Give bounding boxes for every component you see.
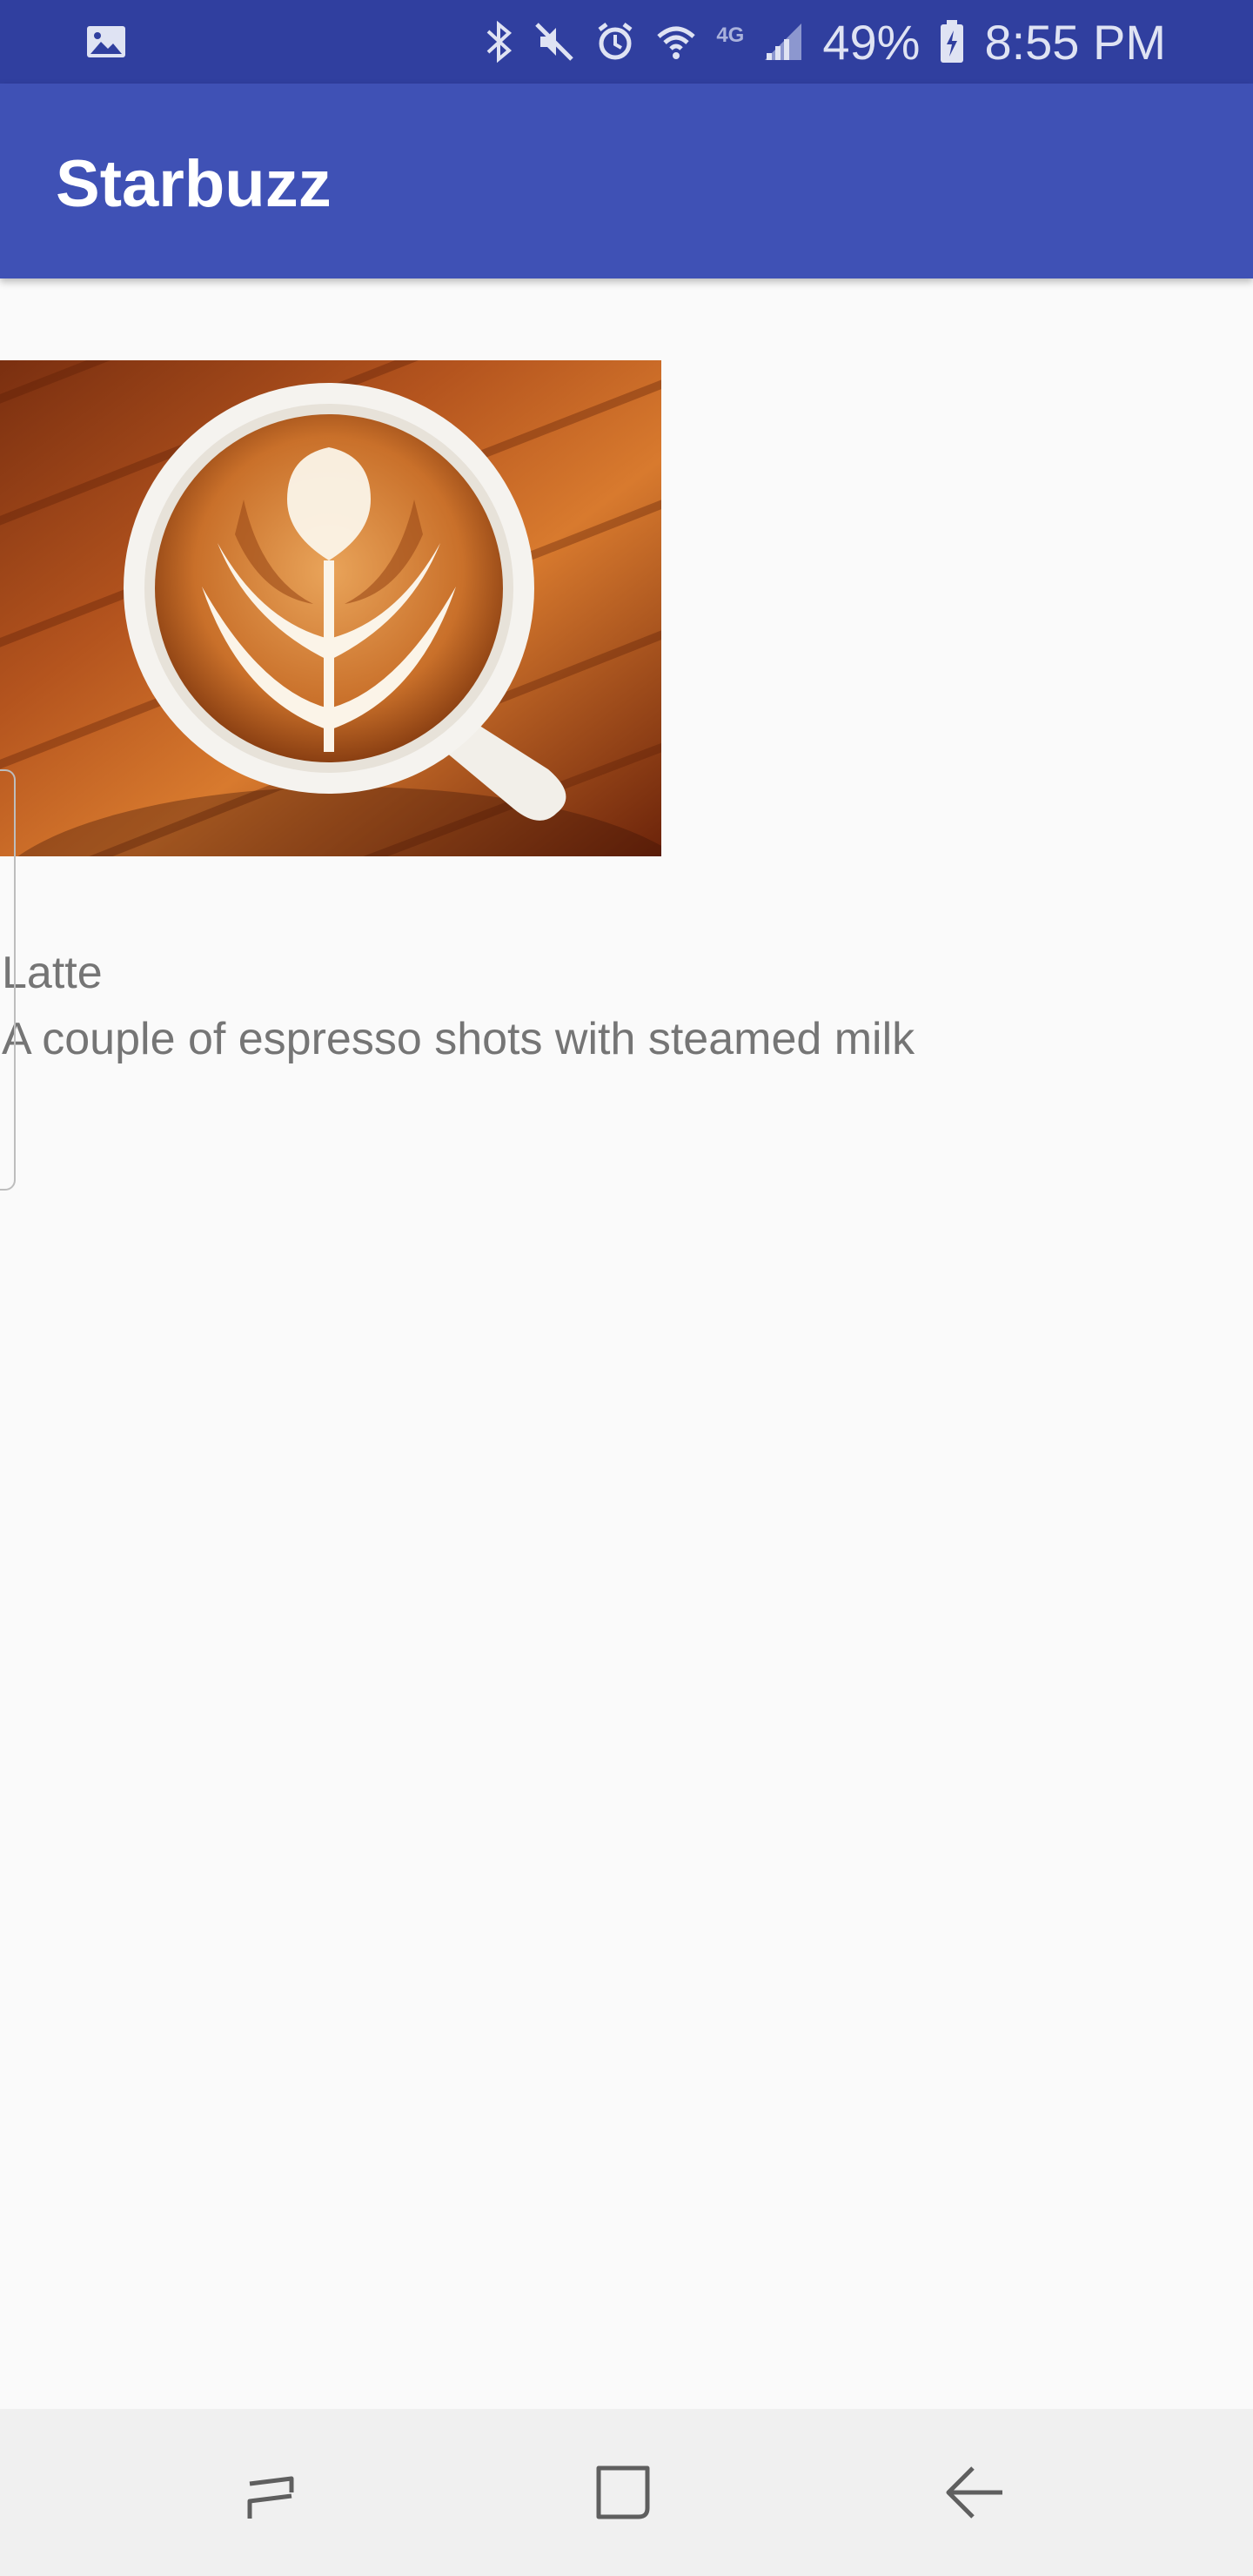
navigation-bar	[0, 2409, 1253, 2576]
alarm-icon	[594, 21, 636, 63]
app-title: Starbuzz	[56, 147, 332, 221]
bluetooth-icon	[485, 19, 514, 64]
mute-icon	[533, 21, 575, 63]
back-icon[interactable]	[938, 2458, 1008, 2527]
gallery-icon	[85, 21, 127, 63]
drink-description: A couple of espresso shots with steamed …	[2, 1014, 915, 1064]
recents-icon[interactable]	[239, 2458, 309, 2527]
drink-name: Latte	[2, 948, 103, 998]
status-bar: 4G 49% 8:55 PM	[0, 0, 1253, 84]
status-icons: 4G 49% 8:55 PM	[485, 0, 1166, 84]
screen: 4G 49% 8:55 PM Starbuzz Latte A couple o…	[0, 0, 1253, 2576]
app-bar: Starbuzz	[0, 84, 1253, 278]
home-icon[interactable]	[588, 2458, 658, 2527]
battery-percent: 49%	[822, 14, 921, 70]
wifi-icon	[655, 21, 697, 63]
edge-panel-handle[interactable]	[0, 769, 16, 1191]
battery-icon	[939, 20, 965, 64]
latte-photo	[0, 360, 661, 856]
clock: 8:55 PM	[984, 14, 1166, 70]
signal-icon	[763, 22, 803, 62]
network-type-icon: 4G	[716, 23, 745, 47]
